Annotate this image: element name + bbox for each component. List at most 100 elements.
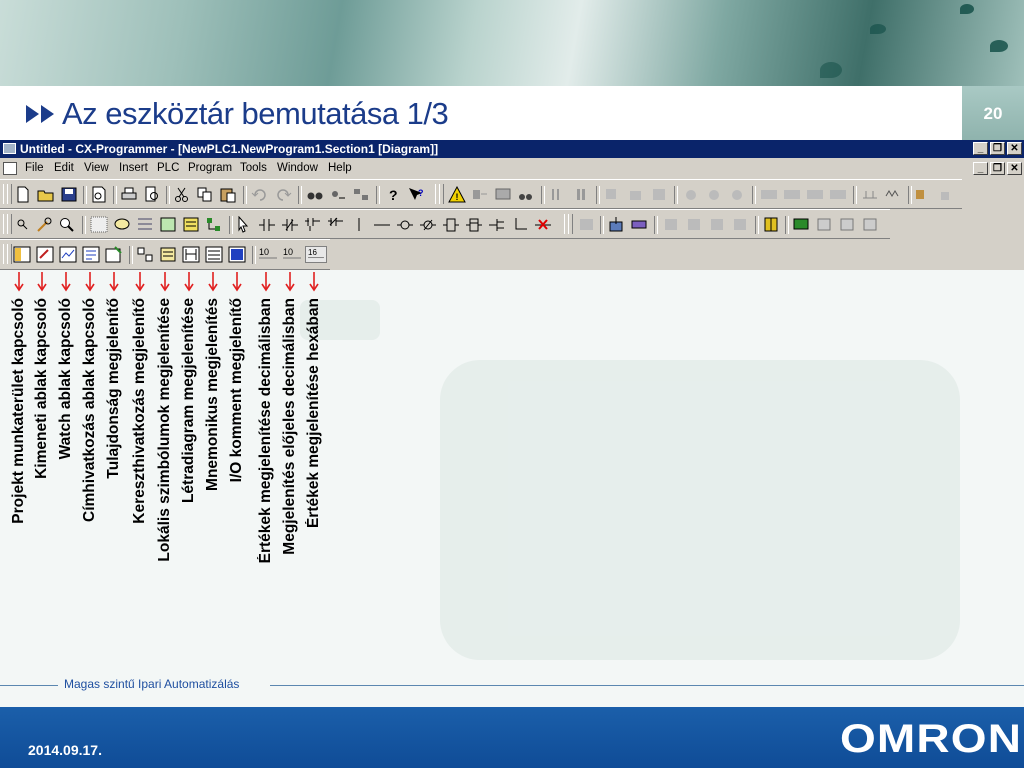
project-workspace-icon[interactable]: [13, 246, 31, 263]
print-preview-icon[interactable]: [143, 186, 161, 203]
coil-icon[interactable]: [396, 216, 414, 233]
set-value-icon[interactable]: [806, 186, 824, 203]
force-off-icon[interactable]: [705, 186, 723, 203]
grid-icon[interactable]: [90, 216, 108, 233]
menu-file[interactable]: File: [25, 162, 44, 174]
mnemonic-icon[interactable]: [205, 246, 223, 263]
delete-line-icon[interactable]: [534, 216, 552, 233]
hex-display-icon[interactable]: 16: [305, 246, 327, 263]
doc-minimize-button[interactable]: _: [973, 162, 988, 175]
memory-icon[interactable]: [630, 216, 648, 233]
redo-icon[interactable]: [274, 186, 292, 203]
cross-reference-icon[interactable]: [136, 246, 154, 263]
ladder-diagram-icon[interactable]: [182, 246, 200, 263]
menu-help[interactable]: Help: [328, 162, 352, 174]
select-pointer-icon[interactable]: [235, 216, 253, 233]
set-value-icon[interactable]: [829, 186, 847, 203]
online-icon[interactable]: [471, 186, 489, 203]
window-titlebar[interactable]: Untitled - CX-Programmer - [NewPLC1.NewP…: [0, 140, 1024, 158]
properties-icon[interactable]: [105, 246, 123, 263]
monitor-window-icon[interactable]: [685, 216, 703, 233]
context-help-icon[interactable]: ?: [407, 186, 425, 203]
contact-no-icon[interactable]: [258, 216, 276, 233]
menu-window[interactable]: Window: [277, 162, 318, 174]
monitor-window-icon[interactable]: [708, 216, 726, 233]
decimal-display-icon[interactable]: 10: [257, 246, 279, 263]
monitor-window-icon[interactable]: [662, 216, 680, 233]
zoom-small-icon[interactable]: [14, 216, 32, 233]
force-on-icon[interactable]: [682, 186, 700, 203]
properties-doc-icon[interactable]: [90, 186, 108, 203]
menu-view[interactable]: View: [84, 162, 109, 174]
cross-find-icon[interactable]: [352, 186, 370, 203]
watch-window-icon[interactable]: [59, 246, 77, 263]
rung-list-icon[interactable]: [136, 216, 154, 233]
address-reference-icon[interactable]: [82, 246, 100, 263]
toolbar-grip[interactable]: [7, 184, 12, 204]
zoom-in-icon[interactable]: [58, 216, 76, 233]
open-folder-icon[interactable]: [37, 186, 55, 203]
doc-close-button[interactable]: ✕: [1007, 162, 1022, 175]
monitor-window-icon[interactable]: [731, 216, 749, 233]
sim-step-icon[interactable]: [937, 186, 955, 203]
undo-icon[interactable]: [251, 186, 269, 203]
minimize-button[interactable]: _: [973, 142, 988, 155]
wave-icon[interactable]: [884, 186, 902, 203]
download-icon[interactable]: [607, 216, 625, 233]
menu-program[interactable]: Program: [188, 162, 232, 174]
contact-or-nc-icon[interactable]: [327, 216, 345, 233]
contact-nc-icon[interactable]: [281, 216, 299, 233]
replace-icon[interactable]: [329, 186, 347, 203]
doc-restore-button[interactable]: ❐: [990, 162, 1005, 175]
search-binocular-icon[interactable]: [517, 186, 535, 203]
print-icon[interactable]: [120, 186, 138, 203]
toolbar-grip[interactable]: [7, 244, 12, 264]
menu-plc[interactable]: PLC: [157, 162, 179, 174]
vertical-line-icon[interactable]: [350, 216, 368, 233]
signed-decimal-display-icon[interactable]: 10: [281, 246, 303, 263]
zoom-tool-icon[interactable]: [36, 216, 54, 233]
check-box-icon[interactable]: [815, 216, 833, 233]
unit-setting-icon[interactable]: [792, 216, 810, 233]
tree-icon[interactable]: [205, 216, 223, 233]
toolbar-grip[interactable]: [7, 214, 12, 234]
rung-marker-icon[interactable]: [159, 216, 177, 233]
transfer-icon[interactable]: [604, 186, 622, 203]
corner-line-icon[interactable]: [511, 216, 529, 233]
compare-icon[interactable]: [650, 186, 668, 203]
force-cancel-icon[interactable]: [728, 186, 746, 203]
instruction-or-icon[interactable]: [465, 216, 483, 233]
warning-icon[interactable]: !: [448, 186, 466, 203]
cut-icon[interactable]: [173, 186, 191, 203]
monitor-icon[interactable]: [494, 186, 512, 203]
io-table-icon[interactable]: [762, 216, 780, 233]
run-icon[interactable]: [549, 186, 567, 203]
horizontal-line-icon[interactable]: [373, 216, 391, 233]
copy-icon[interactable]: [196, 186, 214, 203]
set-value-icon[interactable]: [783, 186, 801, 203]
new-file-icon[interactable]: [14, 186, 32, 203]
set-value-icon[interactable]: [760, 186, 778, 203]
io-comment-icon[interactable]: [182, 216, 200, 233]
check-box-icon[interactable]: [861, 216, 879, 233]
io-comment-view-icon[interactable]: [228, 246, 246, 263]
local-symbols-icon[interactable]: [159, 246, 177, 263]
timer-icon[interactable]: [861, 186, 879, 203]
upload-icon[interactable]: [627, 186, 645, 203]
toolbar-grip[interactable]: [439, 184, 444, 204]
contact-or-icon[interactable]: [304, 216, 322, 233]
help-icon[interactable]: ?: [384, 186, 402, 203]
branch-icon[interactable]: [488, 216, 506, 233]
pause-icon[interactable]: [572, 186, 590, 203]
toolbar-grip[interactable]: [568, 214, 573, 234]
paste-icon[interactable]: [219, 186, 237, 203]
online-edit-icon[interactable]: [578, 216, 596, 233]
instruction-icon[interactable]: [442, 216, 460, 233]
restore-button[interactable]: ❐: [990, 142, 1005, 155]
menu-edit[interactable]: Edit: [54, 162, 74, 174]
check-box-icon[interactable]: [838, 216, 856, 233]
menu-tools[interactable]: Tools: [240, 162, 267, 174]
find-icon[interactable]: [306, 186, 324, 203]
sim-icon[interactable]: [914, 186, 932, 203]
close-button[interactable]: ✕: [1007, 142, 1022, 155]
